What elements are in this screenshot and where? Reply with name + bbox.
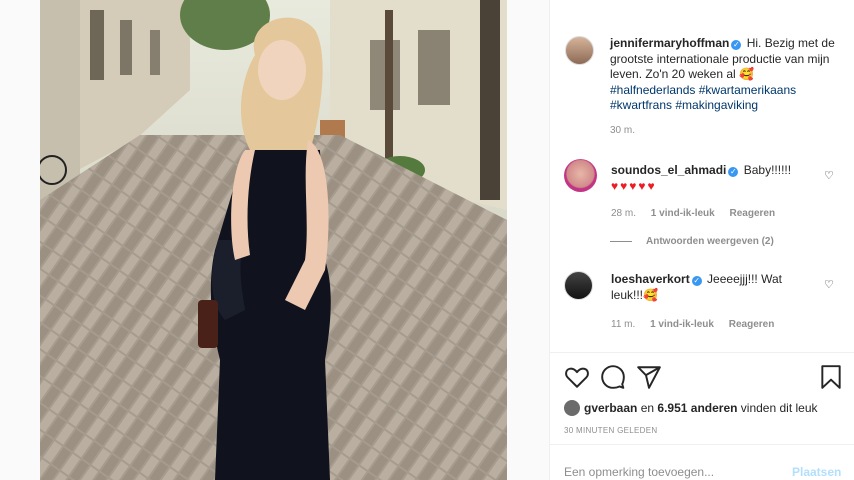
comment-text: Baby!!!!!! [743,163,792,177]
reply-button[interactable]: Reageren [729,208,775,219]
heart-emojis: ♥♥♥♥♥ [611,179,657,193]
hashtag-link[interactable]: #makingaviking [675,98,758,112]
comment-body: loeshaverkort ✓ Jeeeejjj!!! Wat leuk!!!🥰 [611,271,811,303]
comment-likes[interactable]: 1 vind-ik-leuk [651,208,715,219]
likes-summary: gverbaan en 6.951 anderen vinden dit leu… [564,400,818,416]
hashtag-link[interactable]: #halfnederlands [610,83,695,97]
view-replies-button[interactable]: Antwoorden weergeven (2) [610,236,774,247]
commenter-username[interactable]: soundos_el_ahmadi [611,163,726,177]
comment-icon[interactable] [600,364,626,390]
send-icon[interactable] [636,364,662,390]
commenter-avatar[interactable] [564,271,593,300]
action-bar [564,364,844,390]
comment-like-heart-icon[interactable]: ♡ [824,277,834,293]
post-timestamp[interactable]: 30 MINUTEN GELEDEN [564,426,657,435]
comment-meta: 28 m. 1 vind-ik-leuk Reageren [611,206,787,222]
author-username[interactable]: jennifermaryhoffman [610,36,729,50]
bookmark-icon[interactable] [818,364,844,390]
caption-body: jennifermaryhoffman ✓ Hi. Bezig met de gr… [610,36,850,138]
comment-input[interactable]: Een opmerking toevoegen... [564,465,714,479]
commenter-avatar[interactable] [564,159,597,192]
verified-badge-icon: ✓ [728,167,739,177]
comment-time[interactable]: 28 m. [611,208,636,219]
view-replies-label: Antwoorden weergeven (2) [646,236,774,247]
section-divider [550,444,854,445]
verified-badge-icon: ✓ [731,40,742,50]
comment-like-heart-icon[interactable]: ♡ [824,168,834,184]
heart-icon[interactable] [564,364,590,390]
likes-tail: vinden dit leuk [740,401,818,415]
verified-badge-icon: ✓ [691,276,702,286]
reply-button[interactable]: Reageren [729,319,775,330]
caption-time[interactable]: 30 m. [610,123,850,139]
liker-avatar[interactable] [564,400,580,416]
hashtag-link[interactable]: #kwartamerikaans [699,83,796,97]
post-photo[interactable] [40,0,507,480]
post-sidebar: jennifermaryhoffman ✓ Hi. Bezig met de gr… [549,0,854,480]
hashtag-link[interactable]: #kwartfrans [610,98,672,112]
commenter-username[interactable]: loeshaverkort [611,272,690,286]
comment-likes[interactable]: 1 vind-ik-leuk [650,319,714,330]
photo-illustration [40,0,507,480]
comment-time[interactable]: 11 m. [611,319,635,330]
post-comment-button[interactable]: Plaatsen [792,465,841,479]
likes-connector: en [640,401,655,415]
author-avatar[interactable] [565,36,594,65]
comment-meta: 11 m. 1 vind-ik-leuk Reageren [611,317,786,333]
likes-count[interactable]: 6.951 anderen [657,401,737,415]
comment-body: soundos_el_ahmadi ✓ Baby!!!!!! ♥♥♥♥♥ [611,162,811,194]
replies-divider [610,240,632,242]
section-divider [550,352,854,353]
liker-username[interactable]: gverbaan [584,401,637,415]
